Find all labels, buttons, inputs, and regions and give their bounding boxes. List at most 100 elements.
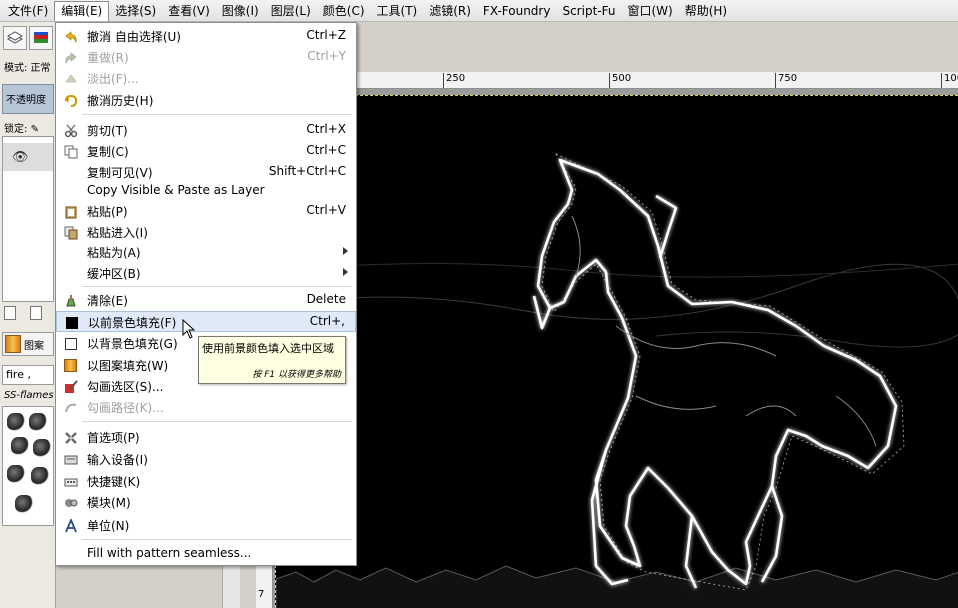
- pattern-swatch-icon: [5, 335, 21, 353]
- input-devices-icon: [63, 452, 78, 467]
- pattern-thumb[interactable]: [29, 413, 47, 431]
- pattern-thumb[interactable]: [7, 465, 25, 483]
- menu-item-redo[interactable]: 重做(R) Ctrl+Y: [56, 47, 356, 68]
- mode-label: 模式: 正常: [4, 63, 51, 74]
- menu-separator: [82, 421, 352, 422]
- submenu-arrow-icon: [343, 247, 348, 255]
- mouse-cursor-icon: [182, 319, 196, 339]
- copy-icon: [63, 144, 78, 159]
- pattern-thumb[interactable]: [31, 467, 49, 485]
- menu-edit[interactable]: 编辑(E): [54, 0, 110, 21]
- opacity-slider[interactable]: 不透明度: [2, 84, 54, 114]
- menu-item-undo-history[interactable]: 撤消历史(H): [56, 90, 356, 111]
- pattern-filter-input[interactable]: fire ,: [2, 365, 54, 385]
- menu-windows[interactable]: 窗口(W): [621, 1, 678, 21]
- layer-row[interactable]: 👁: [3, 143, 53, 171]
- menu-item-paste-as[interactable]: 粘贴为(A): [56, 242, 356, 263]
- ruler-tick: 750: [775, 73, 797, 88]
- horse-image: [276, 153, 958, 608]
- menu-item-paste[interactable]: 粘贴(P) Ctrl+V: [56, 201, 356, 222]
- layers-icon: [6, 31, 24, 44]
- duplicate-layer-icon[interactable]: [30, 306, 42, 320]
- menu-item-paste-into[interactable]: 粘贴进入(I): [56, 222, 356, 243]
- paste-into-icon: [63, 225, 78, 240]
- clear-icon: [63, 293, 78, 308]
- pattern-fill-icon: [63, 358, 78, 373]
- ruler-tick: 100: [941, 73, 958, 88]
- redo-icon: [63, 50, 78, 65]
- layer-buttons: [4, 306, 54, 324]
- stroke-selection-icon: [63, 379, 78, 394]
- menu-image[interactable]: 图像(I): [216, 1, 265, 21]
- pattern-name: SS-flames: [4, 390, 54, 401]
- undo-icon: [63, 29, 78, 44]
- edit-menu: 撤消 自由选择(U) Ctrl+Z 重做(R) Ctrl+Y 淡出(F)... …: [55, 22, 357, 566]
- menu-item-stroke-path[interactable]: 勾画路径(K)...: [56, 397, 356, 418]
- menu-item-copy[interactable]: 复制(C) Ctrl+C: [56, 141, 356, 162]
- horizontal-ruler[interactable]: 250 500 750 100: [356, 72, 958, 89]
- ruler-tick: 250: [443, 73, 465, 88]
- toolbox-scrollbar[interactable]: [222, 560, 240, 608]
- ruler-tick: 500: [609, 73, 631, 88]
- menu-item-clear[interactable]: 清除(E) Delete: [56, 290, 356, 311]
- menu-item-modules[interactable]: 模块(M): [56, 492, 356, 513]
- pattern-thumb[interactable]: [33, 439, 51, 457]
- fg-fill-icon: [64, 315, 79, 330]
- stroke-path-icon: [63, 400, 78, 415]
- pattern-thumb[interactable]: [7, 413, 25, 431]
- ruler-tick: 7: [258, 589, 265, 600]
- menu-item-cut[interactable]: 剪切(T) Ctrl+X: [56, 120, 356, 141]
- channels-icon: [34, 32, 48, 43]
- eye-icon[interactable]: 👁: [12, 150, 29, 165]
- menu-item-fill-pattern-seamless[interactable]: Fill with pattern seamless...: [56, 544, 356, 565]
- dock-tabs: [0, 26, 56, 52]
- patterns-tab[interactable]: 图案: [2, 332, 54, 356]
- image-canvas[interactable]: [275, 95, 958, 608]
- menu-item-preferences[interactable]: 首选项(P): [56, 427, 356, 448]
- menu-item-copy-visible-paste-as-layer[interactable]: Copy Visible & Paste as Layer: [56, 181, 356, 202]
- menu-item-input-devices[interactable]: 输入设备(I): [56, 449, 356, 470]
- tooltip: 使用前景颜色填入选中区域 按 F1 以获得更多帮助: [198, 336, 346, 384]
- layers-list: 👁: [2, 136, 54, 302]
- menu-item-undo[interactable]: 撤消 自由选择(U) Ctrl+Z: [56, 26, 356, 47]
- menu-script-fu[interactable]: Script-Fu: [556, 1, 621, 21]
- menu-separator: [82, 286, 352, 287]
- pattern-grid[interactable]: [2, 406, 54, 526]
- menu-file[interactable]: 文件(F): [2, 1, 54, 21]
- units-icon: [63, 518, 78, 533]
- menu-separator: [82, 539, 352, 540]
- menu-help[interactable]: 帮助(H): [679, 1, 733, 21]
- menubar: 文件(F) 编辑(E) 选择(S) 查看(V) 图像(I) 图层(L) 颜色(C…: [0, 0, 958, 22]
- pattern-thumb[interactable]: [15, 495, 33, 513]
- opacity-label: 不透明度: [6, 95, 46, 106]
- menu-item-fill-fg[interactable]: 以前景色填充(F) Ctrl+,: [56, 311, 356, 332]
- new-layer-icon[interactable]: [4, 306, 16, 320]
- menu-filters[interactable]: 滤镜(R): [423, 1, 477, 21]
- menu-item-buffer[interactable]: 缓冲区(B): [56, 263, 356, 284]
- tooltip-help-hint: 按 F1 以获得更多帮助: [252, 370, 341, 380]
- menu-select[interactable]: 选择(S): [109, 1, 162, 21]
- paste-icon: [63, 204, 78, 219]
- fade-icon: [63, 71, 78, 86]
- menu-fx-foundry[interactable]: FX-Foundry: [477, 1, 557, 21]
- menu-colors[interactable]: 颜色(C): [317, 1, 371, 21]
- layers-dock: 模式: 正常 不透明度 锁定: ✎ 👁 图案 fire , SS-flames: [0, 22, 56, 608]
- pattern-thumb[interactable]: [11, 437, 29, 455]
- menu-view[interactable]: 查看(V): [162, 1, 216, 21]
- menu-item-units[interactable]: 单位(N): [56, 515, 356, 536]
- lock-label: 锁定: ✎: [4, 124, 39, 135]
- layers-tab[interactable]: [3, 26, 27, 50]
- menu-item-fade[interactable]: 淡出(F)...: [56, 68, 356, 89]
- modules-icon: [63, 495, 78, 510]
- cut-icon: [63, 123, 78, 138]
- submenu-arrow-icon: [343, 268, 348, 276]
- menu-layer[interactable]: 图层(L): [265, 1, 317, 21]
- channels-tab[interactable]: [29, 26, 53, 50]
- preferences-icon: [63, 430, 78, 445]
- brush-lock-icon[interactable]: ✎: [31, 124, 39, 135]
- menu-item-keyboard-shortcuts[interactable]: 快捷键(K): [56, 471, 356, 492]
- patterns-tab-label: 图案: [24, 340, 44, 352]
- menu-tools[interactable]: 工具(T): [371, 1, 424, 21]
- bg-fill-icon: [63, 336, 78, 351]
- menu-item-copy-visible[interactable]: 复制可见(V) Shift+Ctrl+C: [56, 162, 356, 183]
